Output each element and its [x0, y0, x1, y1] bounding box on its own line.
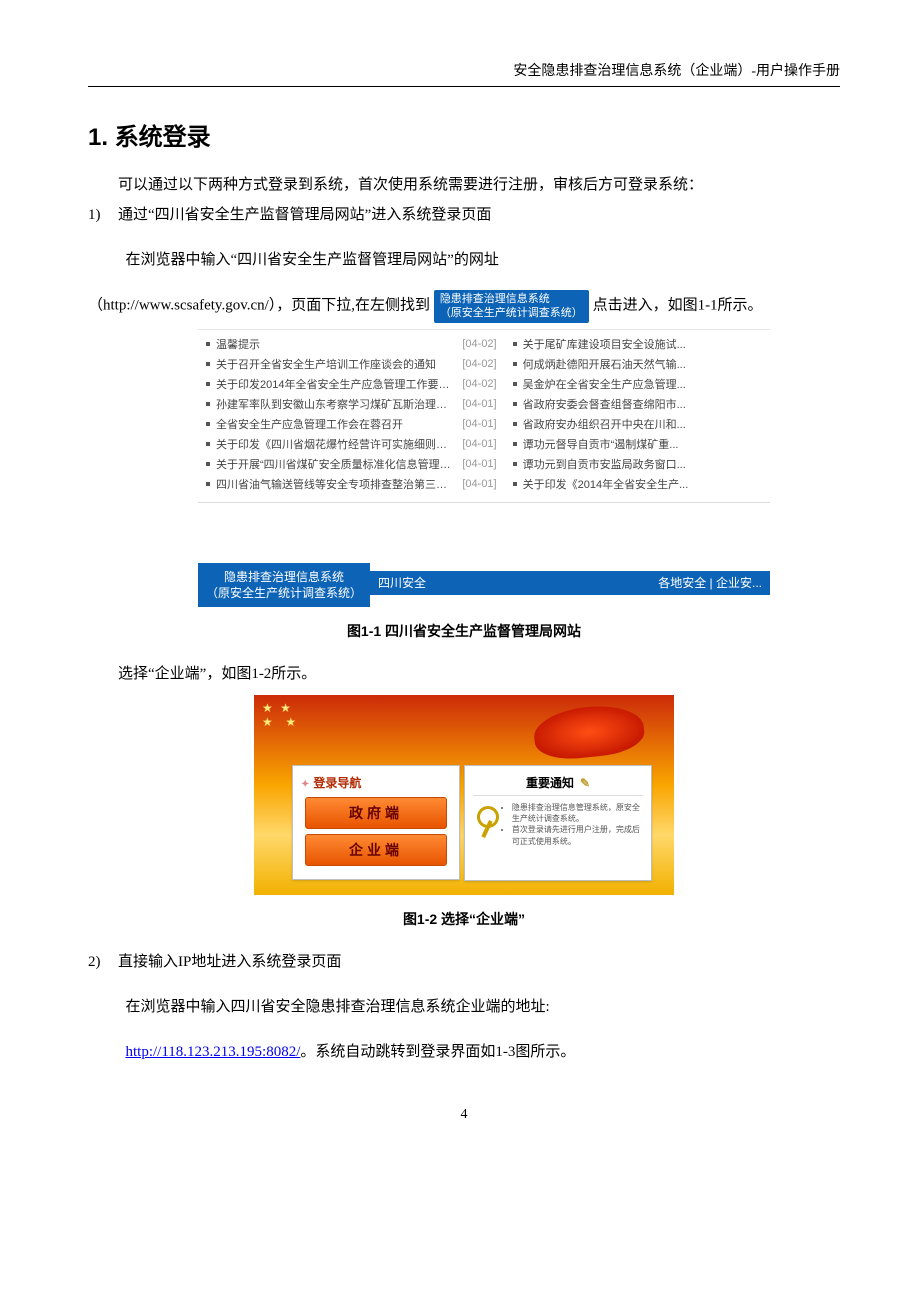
- site-topbar: 四川安全 各地安全 | 企业安...: [370, 571, 770, 595]
- list-item[interactable]: 关于印发《2014年全省安全生产...: [513, 474, 762, 494]
- list-item[interactable]: 关于印发《四川省烟花爆竹经营许可实施细则》的...[04-01]: [206, 434, 497, 454]
- after-fig1-paragraph: 选择“企业端”，如图1-2所示。: [88, 659, 840, 689]
- enterprise-side-button[interactable]: 企业端: [305, 834, 447, 866]
- stars-icon: ★ ★★ ★: [262, 701, 298, 729]
- running-head: 安全隐患排查治理信息系统（企业端）-用户操作手册: [88, 60, 840, 80]
- step-2-number: 2): [88, 947, 118, 977]
- news-right-column: 关于尾矿库建设项目安全设施试... 何成炳赴德阳开展石油天然气输... 吴金炉在…: [505, 330, 770, 498]
- step-1-line-2: 在浏览器中输入“四川省安全生产监督管理局网站”的网址: [126, 245, 841, 275]
- news-left-column: 温馨提示[04-02] 关于召开全省安全生产培训工作座谈会的通知[04-02] …: [198, 330, 505, 498]
- notice-panel: 重要通知✎ 隐患排查治理信息管理系统，原安全生产统计调查系统。 首次登录请先进行…: [464, 765, 652, 881]
- list-item[interactable]: 吴金炉在全省安全生产应急管理...: [513, 374, 762, 394]
- list-item[interactable]: 关于尾矿库建设项目安全设施试...: [513, 334, 762, 354]
- list-item[interactable]: 温馨提示[04-02]: [206, 334, 497, 354]
- badge-line1: 隐患排查治理信息系统: [440, 293, 550, 305]
- badge-line2: （原安全生产统计调查系统）: [440, 307, 583, 319]
- section-heading: 1. 系统登录: [88, 117, 840, 152]
- figure-1-screenshot: 温馨提示[04-02] 关于召开全省安全生产培训工作座谈会的通知[04-02] …: [198, 329, 770, 607]
- list-item[interactable]: 省政府安办组织召开中央在川和...: [513, 414, 762, 434]
- ribbon-decoration: [532, 701, 647, 762]
- list-item[interactable]: 关于召开全省安全生产培训工作座谈会的通知[04-02]: [206, 354, 497, 374]
- url-paragraph: （http://www.scsafety.gov.cn/），页面下拉,在左侧找到…: [88, 290, 840, 323]
- system-link-badge[interactable]: 隐患排查治理信息系统 （原安全生产统计调查系统）: [198, 563, 370, 607]
- step-1-number: 1): [88, 200, 118, 230]
- nav-panel-title: ✦登录导航: [301, 774, 451, 791]
- login-nav-panel: ✦登录导航 政府端 企业端: [292, 765, 460, 880]
- list-item[interactable]: 关于印发2014年全省安全生产应急管理工作要点的...[04-02]: [206, 374, 497, 394]
- list-item[interactable]: 谭功元到自贡市安监局政务窗口...: [513, 454, 762, 474]
- step-1-title: 通过“四川省安全生产监督管理局网站”进入系统登录页面: [118, 207, 491, 223]
- notice-title: 重要通知✎: [473, 774, 643, 796]
- step-2-heading: 2)直接输入IP地址进入系统登录页面: [88, 947, 840, 977]
- list-item[interactable]: 何成炳赴德阳开展石油天然气输...: [513, 354, 762, 374]
- step-2-title: 直接输入IP地址进入系统登录页面: [118, 954, 341, 970]
- list-item[interactable]: 谭功元督导自贡市“遏制煤矿重...: [513, 434, 762, 454]
- intro-paragraph: 可以通过以下两种方式登录到系统，首次使用系统需要进行注册，审核后方可登录系统：: [88, 170, 840, 200]
- step-2-rest: 。系统自动跳转到登录界面如1-3图所示。: [300, 1044, 575, 1060]
- page-number: 4: [88, 1107, 840, 1123]
- url-pre-text: （http://www.scsafety.gov.cn/），页面下拉,在左侧找到: [88, 298, 430, 314]
- government-side-button[interactable]: 政府端: [305, 797, 447, 829]
- notice-text: 隐患排查治理信息管理系统，原安全生产统计调查系统。 首次登录请先进行用户注册，完…: [502, 802, 643, 847]
- section-title-text: 系统登录: [115, 124, 211, 151]
- step-2-line-2: 在浏览器中输入四川省安全隐患排查治理信息系统企业端的地址:: [126, 992, 841, 1022]
- list-item[interactable]: 关于开展“四川省煤矿安全质量标准化信息管理系...[04-01]: [206, 454, 497, 474]
- key-icon: [473, 802, 496, 846]
- header-rule: [88, 86, 840, 87]
- figure-2-caption: 图1-2 选择“企业端”: [88, 909, 840, 929]
- list-item[interactable]: 省政府安委会督查组督查绵阳市...: [513, 394, 762, 414]
- step-2-url-line: http://118.123.213.195:8082/。系统自动跳转到登录界面…: [126, 1037, 841, 1067]
- topbar-right-label[interactable]: 各地安全 | 企业安...: [658, 574, 762, 591]
- figure-2-screenshot: ★ ★★ ★ ✦登录导航 政府端 企业端 重要通知✎ 隐患排查治理信息管理系统，…: [254, 695, 674, 895]
- url-post-text: 点击进入，如图1-1所示。: [593, 298, 763, 314]
- list-item[interactable]: 孙建军率队到安徽山东考察学习煤矿瓦斯治理工作[04-01]: [206, 394, 497, 414]
- list-item[interactable]: 全省安全生产应急管理工作会在蓉召开[04-01]: [206, 414, 497, 434]
- enterprise-url-link[interactable]: http://118.123.213.195:8082/: [126, 1044, 301, 1060]
- topbar-left-label[interactable]: 四川安全: [378, 574, 426, 591]
- list-item[interactable]: 四川省油气输送管线等安全专项排查整治第三督查...[04-01]: [206, 474, 497, 494]
- step-1-heading: 1)通过“四川省安全生产监督管理局网站”进入系统登录页面: [88, 200, 840, 230]
- figure-1-caption: 图1-1 四川省安全生产监督管理局网站: [88, 621, 840, 641]
- section-number: 1.: [88, 124, 108, 151]
- system-link-badge-inline[interactable]: 隐患排查治理信息系统 （原安全生产统计调查系统）: [434, 290, 589, 323]
